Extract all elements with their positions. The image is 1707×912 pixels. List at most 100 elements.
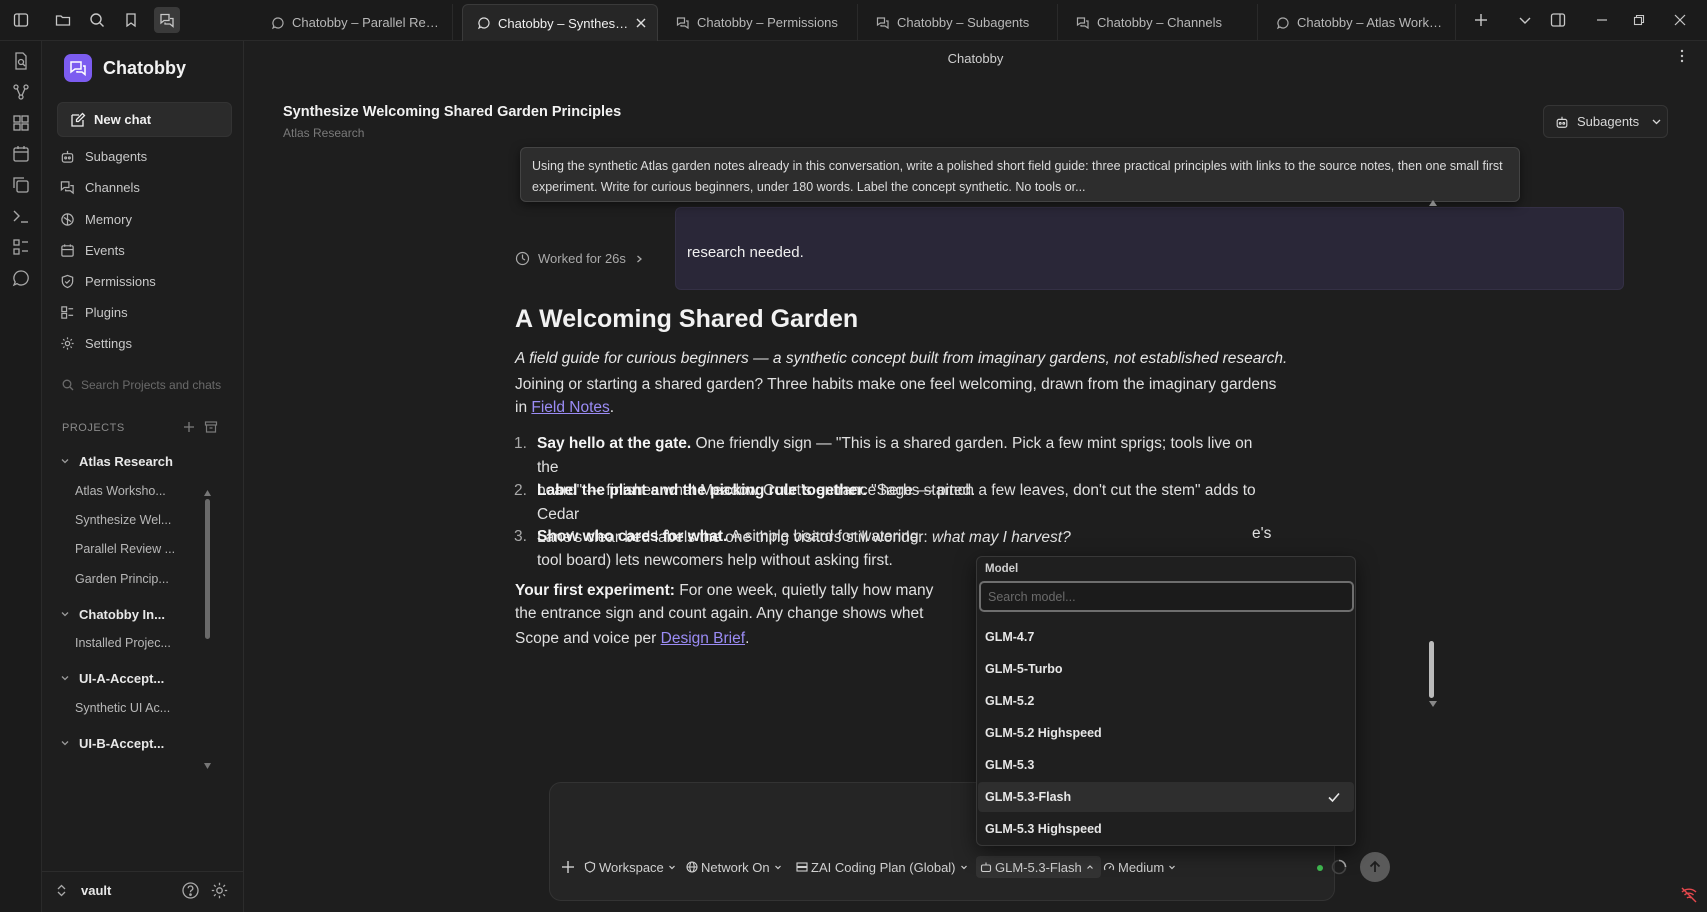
subagents-button[interactable]: Subagents <box>1543 105 1668 138</box>
close-icon[interactable] <box>635 17 647 29</box>
sidebar-item-events[interactable]: Events <box>60 238 125 262</box>
chat-scrollbar-thumb[interactable] <box>1429 641 1434 698</box>
tab-permissions[interactable]: Chatobby – Permissions <box>662 4 858 41</box>
project-chat-item[interactable]: Synthetic UI Ac... <box>75 701 170 721</box>
toggle-sidebar-icon[interactable] <box>10 9 32 31</box>
window-title: Chatobby <box>947 51 1004 66</box>
principle-title: Show who cares for what. <box>537 528 728 545</box>
project-chat-item[interactable]: Atlas Worksho... <box>75 484 166 504</box>
model-option[interactable]: GLM-5.3 Highspeed <box>978 814 1354 844</box>
sidebar-item-subagents[interactable]: Subagents <box>60 144 147 168</box>
tab-label: Chatobby – Channels <box>1097 15 1223 30</box>
bookmark-icon[interactable] <box>120 9 142 31</box>
workspace-label: Workspace <box>599 859 664 875</box>
gauge-icon <box>1103 862 1115 871</box>
principle-text: tool board) lets newcomers help without … <box>537 551 893 569</box>
right-panel-icon[interactable] <box>1547 9 1569 31</box>
chat-bubbles-icon <box>60 180 74 194</box>
gear-icon <box>61 336 74 350</box>
help-icon[interactable] <box>181 881 200 900</box>
new-chat-button[interactable]: New chat <box>57 102 232 137</box>
new-tab-icon[interactable] <box>1470 9 1492 31</box>
calendar-icon[interactable] <box>11 144 31 164</box>
project-group-ui-a[interactable]: UI-A-Accept... <box>60 668 164 688</box>
more-options-icon[interactable] <box>1674 47 1690 65</box>
folder-icon[interactable] <box>52 9 74 31</box>
sidebar-item-plugins[interactable]: Plugins <box>60 300 128 324</box>
chevron-down-icon <box>61 612 69 617</box>
archive-icon[interactable] <box>204 420 218 434</box>
chevron-down-icon <box>774 865 781 870</box>
project-group-ui-b[interactable]: UI-B-Accept... <box>60 733 164 753</box>
sidebar-item-permissions[interactable]: Permissions <box>60 269 156 293</box>
network-toggle[interactable]: Network On <box>686 856 785 878</box>
terminal-icon[interactable] <box>11 206 31 226</box>
sidebar-item-memory[interactable]: Memory <box>60 207 132 231</box>
model-option[interactable]: GLM-5-Turbo <box>978 654 1354 684</box>
workspace-selector[interactable]: Workspace <box>584 856 679 878</box>
model-selector[interactable]: GLM-5.3-Flash <box>976 856 1101 878</box>
tab-channels[interactable]: Chatobby – Channels <box>1062 4 1258 41</box>
effort-selector[interactable]: Medium <box>1103 856 1179 878</box>
sidebar-footer: vault <box>42 871 244 909</box>
project-group-chatobby[interactable]: Chatobby In... <box>60 604 165 624</box>
model-search-input[interactable] <box>979 581 1354 612</box>
chevron-up-icon <box>1086 865 1093 869</box>
copy-icon[interactable] <box>11 175 31 195</box>
graph-icon[interactable] <box>11 82 31 102</box>
project-chat-item[interactable]: Garden Princip... <box>75 572 169 592</box>
sidebar-item-channels[interactable]: Channels <box>60 175 140 199</box>
add-project-icon[interactable] <box>182 420 196 434</box>
model-option-selected[interactable]: GLM-5.3-Flash <box>978 782 1354 812</box>
chat-project-label: Atlas Research <box>283 126 365 140</box>
project-group-atlas-research[interactable]: Atlas Research <box>60 451 173 471</box>
timer-icon <box>515 251 530 266</box>
scroll-down-arrow[interactable] <box>204 763 211 769</box>
chevron-down-icon[interactable] <box>1514 9 1536 31</box>
sidebar-scrollbar-thumb[interactable] <box>205 499 210 639</box>
document-search-icon[interactable] <box>11 51 31 71</box>
tab-parallel-review[interactable]: Chatobby – Parallel Review... <box>257 4 453 41</box>
grid-icon[interactable] <box>11 113 31 133</box>
edit-icon <box>71 112 86 127</box>
model-option[interactable]: GLM-5.3 <box>978 750 1354 780</box>
vault-switcher[interactable]: vault <box>56 883 111 898</box>
chevron-down-icon <box>61 741 69 746</box>
add-attachment-icon[interactable] <box>559 858 577 876</box>
send-button[interactable] <box>1360 852 1390 882</box>
search-icon[interactable] <box>86 9 108 31</box>
field-notes-link[interactable]: Field Notes <box>531 399 609 416</box>
plan-selector[interactable]: ZAI Coding Plan (Global) <box>796 856 971 878</box>
project-chat-item[interactable]: Installed Projec... <box>75 636 171 656</box>
scroll-down-arrow[interactable] <box>1429 701 1437 707</box>
chevron-down-icon <box>1652 119 1661 125</box>
search-icon <box>62 379 74 391</box>
tab-subagents[interactable]: Chatobby – Subagents <box>862 4 1058 41</box>
tab-atlas-workshop[interactable]: Chatobby – Atlas Worksho... <box>1262 4 1456 41</box>
vault-label: vault <box>81 883 112 898</box>
model-option[interactable]: GLM-5.2 Highspeed <box>978 718 1354 748</box>
chat-icon[interactable] <box>11 268 31 288</box>
list-icon[interactable] <box>11 237 31 257</box>
close-window-icon[interactable] <box>1669 9 1691 31</box>
globe-icon <box>686 861 698 873</box>
project-chat-item[interactable]: Parallel Review ... <box>75 542 175 562</box>
settings-gear-icon[interactable] <box>210 881 229 900</box>
tab-synthesize[interactable]: Chatobby – Synthesize ... <box>462 4 658 41</box>
design-brief-link[interactable]: Design Brief <box>661 630 745 647</box>
model-option[interactable]: GLM-5.2 <box>978 686 1354 716</box>
worked-for-disclosure[interactable]: Worked for 26s <box>515 251 652 266</box>
chat-title: Synthesize Welcoming Shared Garden Princ… <box>283 104 622 120</box>
scroll-up-arrow[interactable] <box>1429 200 1437 206</box>
sidebar-item-settings[interactable]: Settings <box>60 331 132 355</box>
model-option[interactable]: GLM-4.7 <box>978 622 1354 652</box>
restore-icon[interactable] <box>1628 9 1650 31</box>
project-chat-item[interactable]: Synthesize Wel... <box>75 513 171 533</box>
list-number: 3. <box>514 528 527 545</box>
scroll-up-arrow[interactable] <box>204 490 211 496</box>
minimize-icon[interactable] <box>1591 9 1613 31</box>
chats-icon[interactable] <box>154 7 180 33</box>
network-off-icon[interactable] <box>1680 886 1698 904</box>
effort-label: Medium <box>1118 859 1165 875</box>
sidebar-search[interactable]: Search Projects and chats <box>62 378 221 392</box>
